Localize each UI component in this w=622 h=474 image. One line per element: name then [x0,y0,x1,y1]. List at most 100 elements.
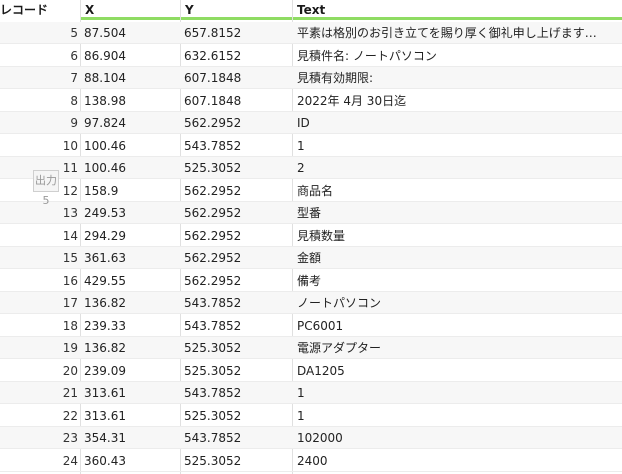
x-cell: 158.9 [84,183,119,198]
x-cell: 86.904 [84,48,126,63]
record-number-cell: 17 [62,296,78,310]
column-header-y[interactable]: Y [181,0,292,20]
y-cell: 562.2952 [184,251,242,265]
table-row[interactable]: 11 100.46 525.3052 2 [0,157,622,179]
table-row[interactable]: 9 97.824 562.2952 ID [0,112,622,134]
y-cell: 632.6152 [184,48,242,63]
x-cell: 313.61 [84,408,126,423]
table-row[interactable]: 10 100.46 543.7852 1 [0,135,622,157]
record-number-cell: 15 [62,251,78,265]
y-cell: 607.1848 [184,71,242,85]
y-cell: 525.3052 [184,453,242,468]
x-cell: 294.29 [84,228,126,243]
record-number-cell: 19 [62,341,78,355]
record-number-cell: 14 [62,228,78,243]
record-number-cell: 18 [62,318,78,333]
table-row[interactable]: 18 239.33 543.7852 PC6001 [0,315,622,337]
table-row[interactable]: 6 86.904 632.6152 見積件名: ノートパソコン [0,45,622,67]
record-number-cell: 20 [62,363,78,378]
y-cell: 562.2952 [184,273,242,288]
y-cell: 525.3052 [184,363,242,378]
record-number-cell: 10 [62,138,78,153]
record-number-cell: 5 [70,26,78,40]
column-header-x[interactable]: X [81,0,180,20]
record-number-cell: 16 [62,273,78,288]
record-number-cell: 6 [70,48,78,63]
text-cell: ID [297,116,310,130]
record-number-cell: 23 [62,431,78,445]
y-cell: 543.7852 [184,386,242,400]
table-row[interactable]: 21 313.61 543.7852 1 [0,382,622,404]
record-number-cell: 8 [70,93,78,108]
text-cell: 見積数量 [297,228,346,243]
y-cell: 657.8152 [184,26,242,40]
table-row[interactable]: 14 294.29 562.2952 見積数量 [0,225,622,247]
output-tag[interactable]: 出力5 [33,170,59,207]
x-cell: 313.61 [84,386,126,400]
grid-header: レコード X Y Text [0,0,622,22]
text-cell: 商品名 [297,183,334,198]
text-cell: 1 [297,408,305,423]
x-cell: 354.31 [84,431,126,445]
y-cell: 562.2952 [184,228,242,243]
x-cell: 360.43 [84,453,126,468]
column-header-text[interactable]: Text [293,0,622,20]
y-cell: 525.3052 [184,341,242,355]
table-row[interactable]: 23 354.31 543.7852 102000 [0,427,622,449]
text-cell: 型番 [297,206,322,220]
table-row[interactable]: 24 360.43 525.3052 2400 [0,450,622,472]
y-cell: 525.3052 [184,408,242,423]
x-cell: 87.504 [84,26,126,40]
y-cell: 543.7852 [184,431,242,445]
table-row[interactable]: 5 87.504 657.8152 平素は格別のお引き立てを賜り厚く御礼申し上げます… [0,22,622,44]
x-cell: 136.82 [84,341,126,355]
text-cell: 見積有効期限: [297,71,374,85]
table-row[interactable]: 12 158.9 562.2952 商品名 [0,180,622,202]
x-cell: 136.82 [84,296,126,310]
x-cell: 97.824 [84,116,126,130]
text-cell: 1 [297,386,305,400]
text-cell: 2400 [297,453,328,468]
y-cell: 543.7852 [184,318,242,333]
x-cell: 88.104 [84,71,126,85]
table-row[interactable]: 7 88.104 607.1848 見積有効期限: [0,67,622,89]
table-row[interactable]: 20 239.09 525.3052 DA1205 [0,360,622,382]
column-header-record[interactable]: レコード [0,0,80,20]
x-cell: 100.46 [84,138,126,153]
x-cell: 429.55 [84,273,126,288]
row-divider [0,470,622,472]
text-cell: 電源アダプター [297,341,382,355]
text-cell: PC6001 [297,318,344,333]
y-cell: 562.2952 [184,116,242,130]
text-cell: ノートパソコン [297,296,382,310]
table-row[interactable]: 17 136.82 543.7852 ノートパソコン [0,292,622,314]
text-cell: 金額 [297,251,322,265]
table-row[interactable]: 22 313.61 525.3052 1 [0,405,622,427]
text-cell: 備考 [297,273,322,288]
table-row[interactable]: 13 249.53 562.2952 型番 [0,202,622,224]
table-row[interactable]: 8 138.98 607.1848 2022年 4月 30日迄 [0,90,622,112]
x-cell: 239.09 [84,363,126,378]
record-number-cell: 22 [62,408,78,423]
text-cell: 2022年 4月 30日迄 [297,93,407,108]
x-cell: 249.53 [84,206,126,220]
table-row[interactable]: 19 136.82 525.3052 電源アダプター [0,337,622,359]
x-cell: 361.63 [84,251,126,265]
record-number-cell: 21 [62,386,78,400]
record-number-cell: 9 [70,116,78,130]
table-row[interactable]: 15 361.63 562.2952 金額 [0,247,622,269]
data-grid: レコード X Y Text 5 87.504 657.8152 平素は格別のお引き立て… [0,0,622,474]
record-number-cell: 24 [62,453,78,468]
y-cell: 562.2952 [184,183,242,198]
y-cell: 525.3052 [184,161,242,175]
text-cell: DA1205 [297,363,345,378]
y-cell: 607.1848 [184,93,242,108]
text-cell: 2 [297,161,305,175]
x-cell: 239.33 [84,318,126,333]
x-cell: 100.46 [84,161,126,175]
table-row[interactable]: 16 429.55 562.2952 備考 [0,270,622,292]
x-cell: 138.98 [84,93,126,108]
text-cell: 平素は格別のお引き立てを賜り厚く御礼申し上げます… [297,26,597,40]
record-number-cell: 7 [70,71,78,85]
text-cell: 102000 [297,431,343,445]
